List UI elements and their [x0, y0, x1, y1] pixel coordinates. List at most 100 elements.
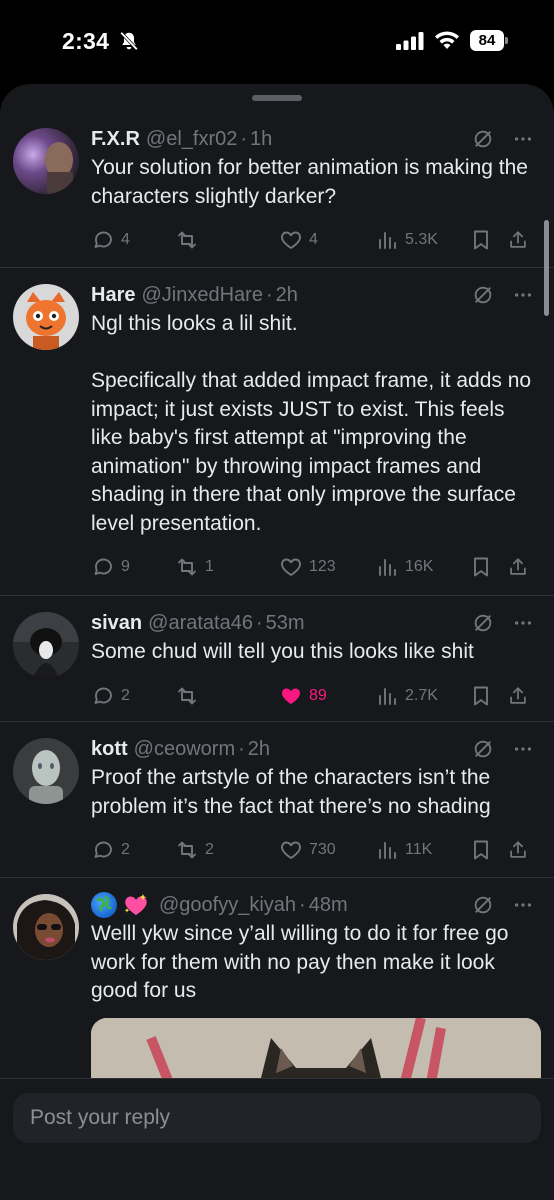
user-handle[interactable]: @goofyy_kiyah — [159, 894, 296, 917]
display-name[interactable]: kott — [91, 738, 128, 761]
header-actions — [472, 284, 534, 306]
more-options-icon[interactable] — [512, 284, 534, 306]
grok-icon[interactable] — [472, 612, 494, 634]
like-button[interactable]: 730 — [279, 838, 375, 862]
user-handle[interactable]: @ceoworm — [134, 738, 235, 761]
avatar[interactable] — [13, 738, 79, 804]
views-count: 11K — [405, 841, 433, 858]
cat-photo-image — [91, 1017, 541, 1078]
share-icon — [510, 558, 526, 575]
header-actions — [472, 128, 534, 150]
header-actions — [472, 738, 534, 760]
reply-body: F.X.R @el_fxr02 · 1h Your solution for b… — [91, 126, 534, 269]
reply-input[interactable] — [13, 1093, 541, 1143]
share-button[interactable] — [507, 838, 529, 862]
avatar-hare-image — [13, 284, 79, 350]
attached-image[interactable] — [91, 1017, 541, 1078]
share-button[interactable] — [507, 228, 529, 252]
sparkling-heart-emoji-icon — [124, 894, 147, 915]
reply-text: Proof the artstyle of the characters isn… — [91, 766, 497, 818]
grok-icon[interactable] — [472, 894, 494, 916]
reply-composer — [0, 1078, 554, 1200]
reply-header: kott @ceoworm · 2h — [91, 736, 534, 762]
more-options-icon[interactable] — [512, 894, 534, 916]
grok-icon[interactable] — [472, 128, 494, 150]
share-icon — [510, 686, 526, 704]
bookmark-button[interactable] — [469, 838, 507, 862]
separator-dot: · — [238, 737, 245, 760]
reply-button[interactable]: 2 — [91, 684, 175, 708]
reply-body: kott @ceoworm · 2h Proof the artstyle of… — [91, 736, 534, 879]
avatar[interactable] — [13, 128, 79, 194]
user-handle[interactable]: @JinxedHare — [141, 284, 262, 307]
reply-body: sivan @aratata46 · 53m Some chud will te… — [91, 610, 534, 725]
avatar[interactable] — [13, 612, 79, 678]
reply-button[interactable]: 9 — [91, 555, 175, 579]
repost-icon — [178, 687, 196, 704]
views-button[interactable]: 2.7K — [375, 684, 469, 708]
reply-item[interactable]: sivan @aratata46 · 53m Some chud will te… — [0, 596, 554, 722]
like-button[interactable]: 123 — [279, 555, 375, 579]
grok-icon[interactable] — [472, 738, 494, 760]
repost-button[interactable]: 1 — [175, 555, 279, 579]
battery-level: 84 — [470, 30, 504, 51]
share-button[interactable] — [507, 684, 529, 708]
like-button[interactable]: 89 — [279, 684, 375, 708]
views-button[interactable]: 5.3K — [375, 228, 469, 252]
battery-tip — [505, 37, 508, 44]
display-name[interactable]: Hare — [91, 284, 135, 307]
user-handle[interactable]: @el_fxr02 — [146, 128, 237, 151]
repost-button[interactable]: 2 — [175, 838, 279, 862]
like-button[interactable]: 4 — [279, 228, 375, 252]
reply-count: 2 — [121, 686, 130, 704]
timestamp[interactable]: 2h — [248, 738, 270, 761]
display-name[interactable]: sivan — [91, 612, 142, 635]
reply-count: 2 — [121, 841, 130, 858]
reply-item[interactable]: F.X.R @el_fxr02 · 1h Your solution for b… — [0, 112, 554, 268]
separator-dot: · — [255, 611, 263, 634]
sheet-grabber[interactable] — [252, 95, 302, 101]
action-bar: 2 2 730 11K — [91, 821, 534, 879]
timestamp[interactable]: 48m — [309, 894, 348, 917]
reply-item[interactable]: kott @ceoworm · 2h Proof the artstyle of… — [0, 722, 554, 878]
share-button[interactable] — [507, 555, 529, 579]
share-icon — [510, 841, 526, 858]
bell-slash-icon — [120, 31, 138, 51]
reply-count: 4 — [121, 231, 130, 248]
like-count: 89 — [309, 686, 327, 704]
grok-icon[interactable] — [472, 284, 494, 306]
avatar-kiyah-image — [13, 894, 79, 960]
views-button[interactable]: 16K — [375, 555, 469, 579]
bookmark-button[interactable] — [469, 228, 507, 252]
separator-dot: · — [240, 127, 248, 150]
display-name[interactable]: F.X.R — [91, 128, 140, 151]
reply-text: Welll ykw since y’all willing to do it f… — [91, 922, 515, 1002]
avatar[interactable] — [13, 894, 79, 960]
timestamp[interactable]: 1h — [250, 128, 272, 151]
timestamp[interactable]: 53m — [266, 612, 305, 635]
timestamp[interactable]: 2h — [276, 284, 298, 307]
views-icon — [379, 232, 396, 249]
header-actions — [472, 894, 534, 916]
reply-button[interactable]: 2 — [91, 838, 175, 862]
reply-header: @goofyy_kiyah · 48m — [91, 892, 534, 918]
avatar[interactable] — [13, 284, 79, 350]
more-options-icon[interactable] — [512, 612, 534, 634]
replies-feed[interactable]: F.X.R @el_fxr02 · 1h Your solution for b… — [0, 112, 554, 1078]
views-button[interactable]: 11K — [375, 838, 469, 862]
user-handle[interactable]: @aratata46 — [148, 612, 253, 635]
scrollbar[interactable] — [544, 220, 549, 316]
reply-item[interactable]: @goofyy_kiyah · 48m Welll ykw since y’al… — [0, 878, 554, 1078]
views-count: 16K — [405, 558, 434, 575]
like-count: 730 — [309, 841, 336, 858]
repost-count: 2 — [205, 841, 214, 858]
reply-count: 9 — [121, 558, 130, 575]
more-options-icon[interactable] — [512, 738, 534, 760]
repost-button[interactable] — [175, 228, 279, 252]
repost-button[interactable] — [175, 684, 279, 708]
bookmark-button[interactable] — [469, 684, 507, 708]
reply-button[interactable]: 4 — [91, 228, 175, 252]
bookmark-button[interactable] — [469, 555, 507, 579]
more-options-icon[interactable] — [512, 128, 534, 150]
reply-item[interactable]: Hare @JinxedHare · 2h Ngl this looks a l… — [0, 268, 554, 596]
